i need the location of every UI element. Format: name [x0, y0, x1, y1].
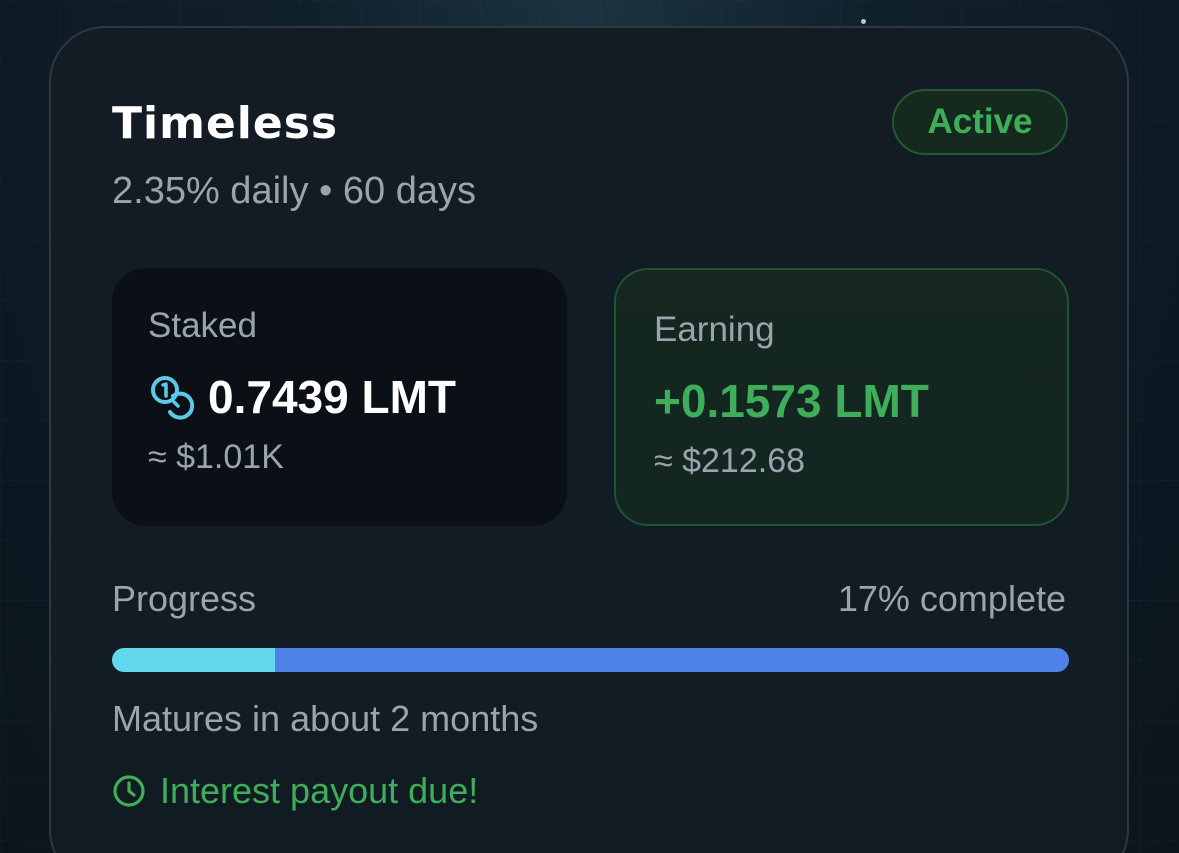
earning-label: Earning — [654, 310, 775, 349]
earning-usd: ≈ $212.68 — [654, 442, 806, 480]
stake-card: Timeless 2.35% daily • 60 days Active St… — [49, 26, 1129, 853]
earning-panel: Earning +0.1573 LMT ≈ $212.68 — [614, 268, 1069, 526]
progress-percent: 17% complete — [837, 578, 1066, 619]
progress-bar-fill — [112, 648, 275, 672]
payout-notice: Interest payout due! — [112, 770, 478, 812]
matures-text: Matures in about 2 months — [112, 698, 539, 739]
plan-subtitle: 2.35% daily • 60 days — [112, 170, 476, 212]
progress-label: Progress — [112, 578, 257, 619]
staked-usd: ≈ $1.01K — [148, 438, 284, 476]
earning-amount: +0.1573 LMT — [654, 375, 929, 427]
clock-icon — [112, 774, 146, 808]
progress-bar — [112, 648, 1069, 672]
payout-text: Interest payout due! — [160, 770, 479, 811]
staked-panel: Staked 0.7439 LMT ≈ $1.01K — [112, 268, 567, 526]
staked-amount: 0.7439 LMT — [208, 371, 456, 423]
staked-value-row: 0.7439 LMT — [148, 370, 456, 424]
page-indicator-dot — [861, 19, 866, 24]
staked-label: Staked — [148, 306, 257, 345]
plan-title: Timeless — [112, 98, 339, 149]
status-badge: Active — [892, 89, 1068, 155]
coins-icon — [148, 374, 195, 420]
